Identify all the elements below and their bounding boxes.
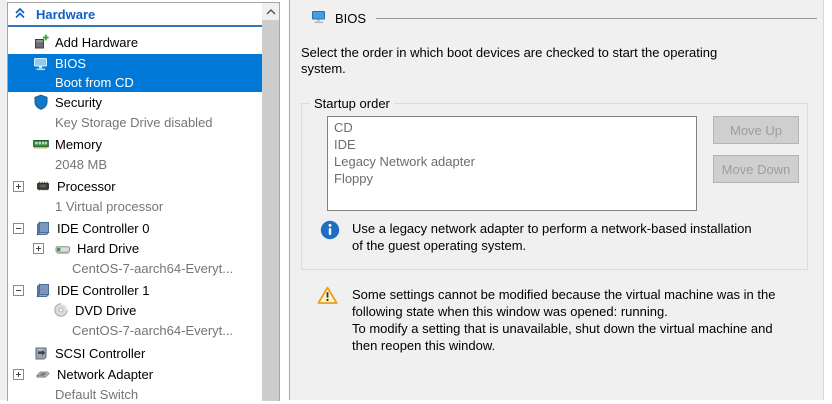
tree-item-hard-drive[interactable]: Hard Drive (8, 238, 262, 258)
tree-item-network-adapter[interactable]: Network Adapter (8, 364, 262, 384)
dvd-drive-icon (53, 302, 69, 318)
tree-item-dvd-drive[interactable]: DVD Drive (8, 300, 262, 320)
sidebar-scrollbar[interactable] (262, 3, 279, 401)
collapse-section-icon[interactable] (14, 7, 26, 22)
groupbox-label: Startup order (310, 96, 394, 111)
window-left-margin (0, 0, 7, 400)
tree-item-label: Processor (57, 178, 116, 194)
tree-item-label: Security (55, 94, 102, 110)
network-adapter-icon (35, 366, 51, 382)
ide-controller-icon (35, 282, 51, 298)
expand-icon[interactable] (33, 242, 44, 254)
info-note: Use a legacy network adapter to perform … (320, 220, 752, 254)
tree-item-subtitle: Default Switch (55, 386, 139, 402)
tree-item-scsi-controller[interactable]: SCSI Controller (8, 343, 262, 363)
tree-item-label: Network Adapter (57, 366, 154, 382)
warning-text: Some settings cannot be modified because… (352, 287, 776, 353)
info-icon (320, 220, 340, 254)
security-shield-icon (33, 94, 49, 110)
hardware-section-header[interactable]: Hardware (8, 3, 262, 27)
scrollbar-thumb[interactable] (262, 20, 279, 401)
tree-item-label: SCSI Controller (55, 345, 146, 361)
memory-icon (33, 136, 49, 152)
chevron-up-icon (266, 8, 275, 14)
list-item: Legacy Network adapter (334, 154, 475, 169)
page-description: Select the order in which boot devices a… (301, 45, 718, 76)
tree-item-label: Hard Drive (77, 240, 140, 256)
startup-order-listbox[interactable]: CD IDE Legacy Network adapter Floppy (327, 116, 697, 211)
startup-order-groupbox: Startup order CD IDE Legacy Network adap… (301, 96, 808, 270)
expand-icon[interactable] (13, 368, 24, 380)
page-header: BIOS (290, 0, 823, 28)
page-title: BIOS (335, 11, 367, 26)
tree-item-label: IDE Controller 1 (57, 282, 150, 298)
collapse-icon[interactable] (13, 284, 24, 296)
hard-drive-icon (55, 240, 71, 256)
scsi-controller-icon (33, 345, 49, 361)
tree-item-processor[interactable]: Processor (8, 176, 262, 196)
add-hardware-icon (33, 34, 49, 50)
hardware-section-label: Hardware (36, 6, 96, 22)
tree-item-add-hardware[interactable]: Add Hardware (8, 32, 262, 52)
expand-icon[interactable] (13, 180, 24, 192)
tree-item-subtitle: Boot from CD (55, 75, 134, 90)
tree-item-subtitle: CentOS-7-aarch64-Everyt... (72, 260, 234, 276)
list-item: IDE (334, 137, 356, 152)
tree-item-bios-selected[interactable]: BIOS Boot from CD (8, 54, 262, 92)
hardware-tree-panel: Hardware Add Hardware BIOS Boot from CD … (7, 2, 280, 404)
tree-item-label: BIOS (55, 56, 87, 71)
tree-item-subtitle: 2048 MB (55, 156, 108, 172)
tree-item-label: DVD Drive (75, 302, 137, 318)
tree-item-memory[interactable]: Memory (8, 134, 262, 154)
tree-item-label: IDE Controller 0 (57, 220, 150, 236)
processor-icon (35, 178, 51, 194)
move-down-button[interactable]: Move Down (713, 155, 799, 183)
tree-item-subtitle: 1 Virtual processor (55, 198, 164, 214)
hardware-tree: Add Hardware BIOS Boot from CD Security … (8, 32, 279, 404)
collapse-icon[interactable] (13, 222, 24, 234)
ide-controller-icon (35, 220, 51, 236)
tree-item-ide-controller-1[interactable]: IDE Controller 1 (8, 280, 262, 300)
tree-item-subtitle: Key Storage Drive disabled (55, 114, 213, 130)
bios-icon (311, 9, 327, 28)
scroll-up-button[interactable] (262, 3, 279, 20)
list-item: Floppy (334, 171, 374, 186)
bios-icon (33, 56, 49, 72)
tree-item-label: Add Hardware (55, 34, 139, 50)
header-divider (376, 18, 817, 19)
warning-note: Some settings cannot be modified because… (317, 286, 775, 354)
warning-icon (317, 286, 338, 354)
tree-item-subtitle: CentOS-7-aarch64-Everyt... (72, 322, 234, 338)
bios-settings-panel: BIOS Select the order in which boot devi… (289, 0, 824, 400)
move-up-button[interactable]: Move Up (713, 116, 799, 144)
info-text: Use a legacy network adapter to perform … (352, 221, 752, 253)
tree-item-ide-controller-0[interactable]: IDE Controller 0 (8, 218, 262, 238)
tree-item-security[interactable]: Security (8, 92, 262, 112)
tree-item-label: Memory (55, 136, 102, 152)
list-item: CD (334, 120, 353, 135)
